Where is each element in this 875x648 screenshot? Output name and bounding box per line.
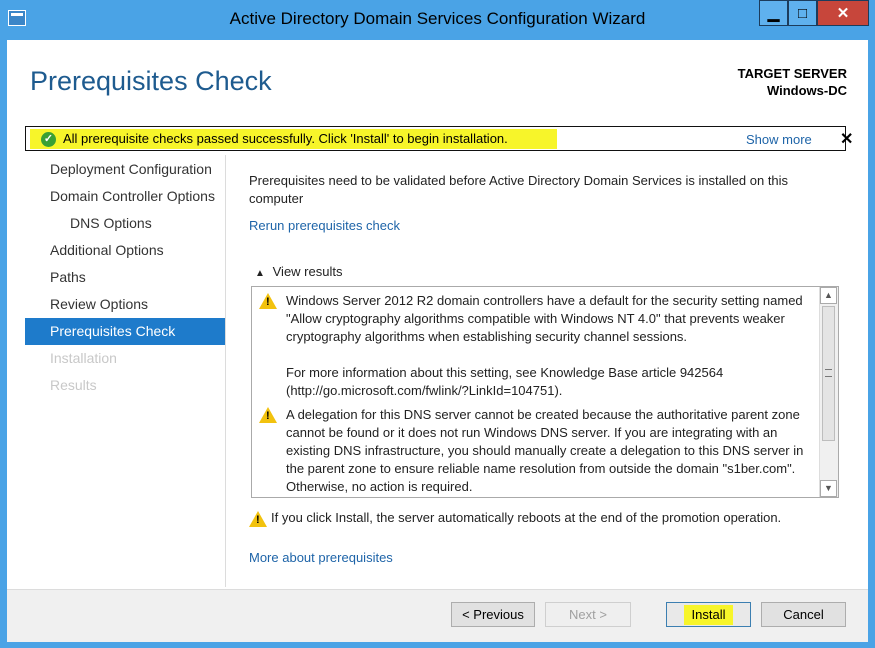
more-about-prerequisites-link[interactable]: More about prerequisites — [249, 550, 393, 565]
view-results-toggle[interactable]: ▲ View results — [255, 264, 342, 279]
grip-icon — [825, 369, 832, 377]
nav-item-additional-options[interactable]: Additional Options — [25, 237, 225, 264]
nav-item-paths[interactable]: Paths — [25, 264, 225, 291]
banner-close-icon[interactable]: ✕ — [840, 129, 853, 149]
cancel-button[interactable]: Cancel — [761, 602, 846, 627]
nav-item-review-options[interactable]: Review Options — [25, 291, 225, 318]
warning-icon — [259, 407, 277, 423]
target-server-value: Windows-DC — [766, 83, 847, 98]
results-scrollbar[interactable]: ▲ ▼ — [819, 287, 838, 497]
intro-text: Prerequisites need to be validated befor… — [249, 173, 789, 206]
target-server: TARGET SERVER Windows-DC — [738, 65, 847, 99]
nav-item-results: Results — [50, 377, 97, 393]
view-results-label: View results — [272, 264, 343, 279]
nav-divider — [225, 155, 226, 587]
wizard-window: Active Directory Domain Services Configu… — [0, 0, 875, 648]
check-circle-icon: ✓ — [41, 132, 56, 147]
page-title: Prerequisites Check — [30, 66, 272, 96]
window-title: Active Directory Domain Services Configu… — [229, 9, 646, 28]
maximize-button[interactable]: □ — [788, 0, 817, 26]
reboot-note-text: If you click Install, the server automat… — [271, 510, 782, 525]
result-text: Windows Server 2012 R2 domain controller… — [286, 293, 803, 398]
wizard-client: Prerequisites Check TARGET SERVER Window… — [7, 40, 868, 642]
status-banner: ✓ All prerequisite checks passed success… — [25, 126, 853, 151]
show-more-link[interactable]: Show more — [746, 132, 812, 147]
nav-item-prerequisites-check[interactable]: Prerequisites Check — [25, 318, 225, 345]
rerun-prerequisites-link[interactable]: Rerun prerequisites check — [249, 218, 400, 233]
wizard-footer: < Previous Next > Install Cancel — [7, 589, 868, 642]
warning-icon — [259, 293, 277, 309]
main-content: Prerequisites need to be validated befor… — [249, 172, 839, 565]
nav-item-deployment-configuration[interactable]: Deployment Configuration — [25, 156, 225, 183]
banner-message: All prerequisite checks passed successfu… — [63, 131, 508, 146]
chevron-up-icon: ▲ — [255, 268, 265, 279]
scroll-down-icon[interactable]: ▼ — [820, 480, 837, 497]
result-text: A delegation for this DNS server cannot … — [286, 407, 804, 494]
results-list[interactable]: Windows Server 2012 R2 domain controller… — [251, 286, 839, 498]
minimize-button[interactable]: ▁ — [759, 0, 788, 26]
previous-button[interactable]: < Previous — [451, 602, 535, 627]
title-bar: Active Directory Domain Services Configu… — [0, 0, 875, 40]
close-window-button[interactable]: ✕ — [817, 0, 869, 26]
nav-item-domain-controller-options[interactable]: Domain Controller Options — [25, 183, 225, 210]
install-button-label: Install — [683, 605, 734, 625]
install-button[interactable]: Install — [666, 602, 751, 627]
target-server-label: TARGET SERVER — [737, 66, 847, 81]
nav-item-installation: Installation — [50, 350, 117, 366]
warning-icon — [249, 511, 267, 527]
wizard-nav: Deployment Configuration Domain Controll… — [25, 156, 225, 399]
nav-item-dns-options[interactable]: DNS Options — [25, 210, 225, 237]
scroll-thumb[interactable] — [822, 306, 835, 441]
next-button: Next > — [545, 602, 631, 627]
scroll-up-icon[interactable]: ▲ — [820, 287, 837, 304]
